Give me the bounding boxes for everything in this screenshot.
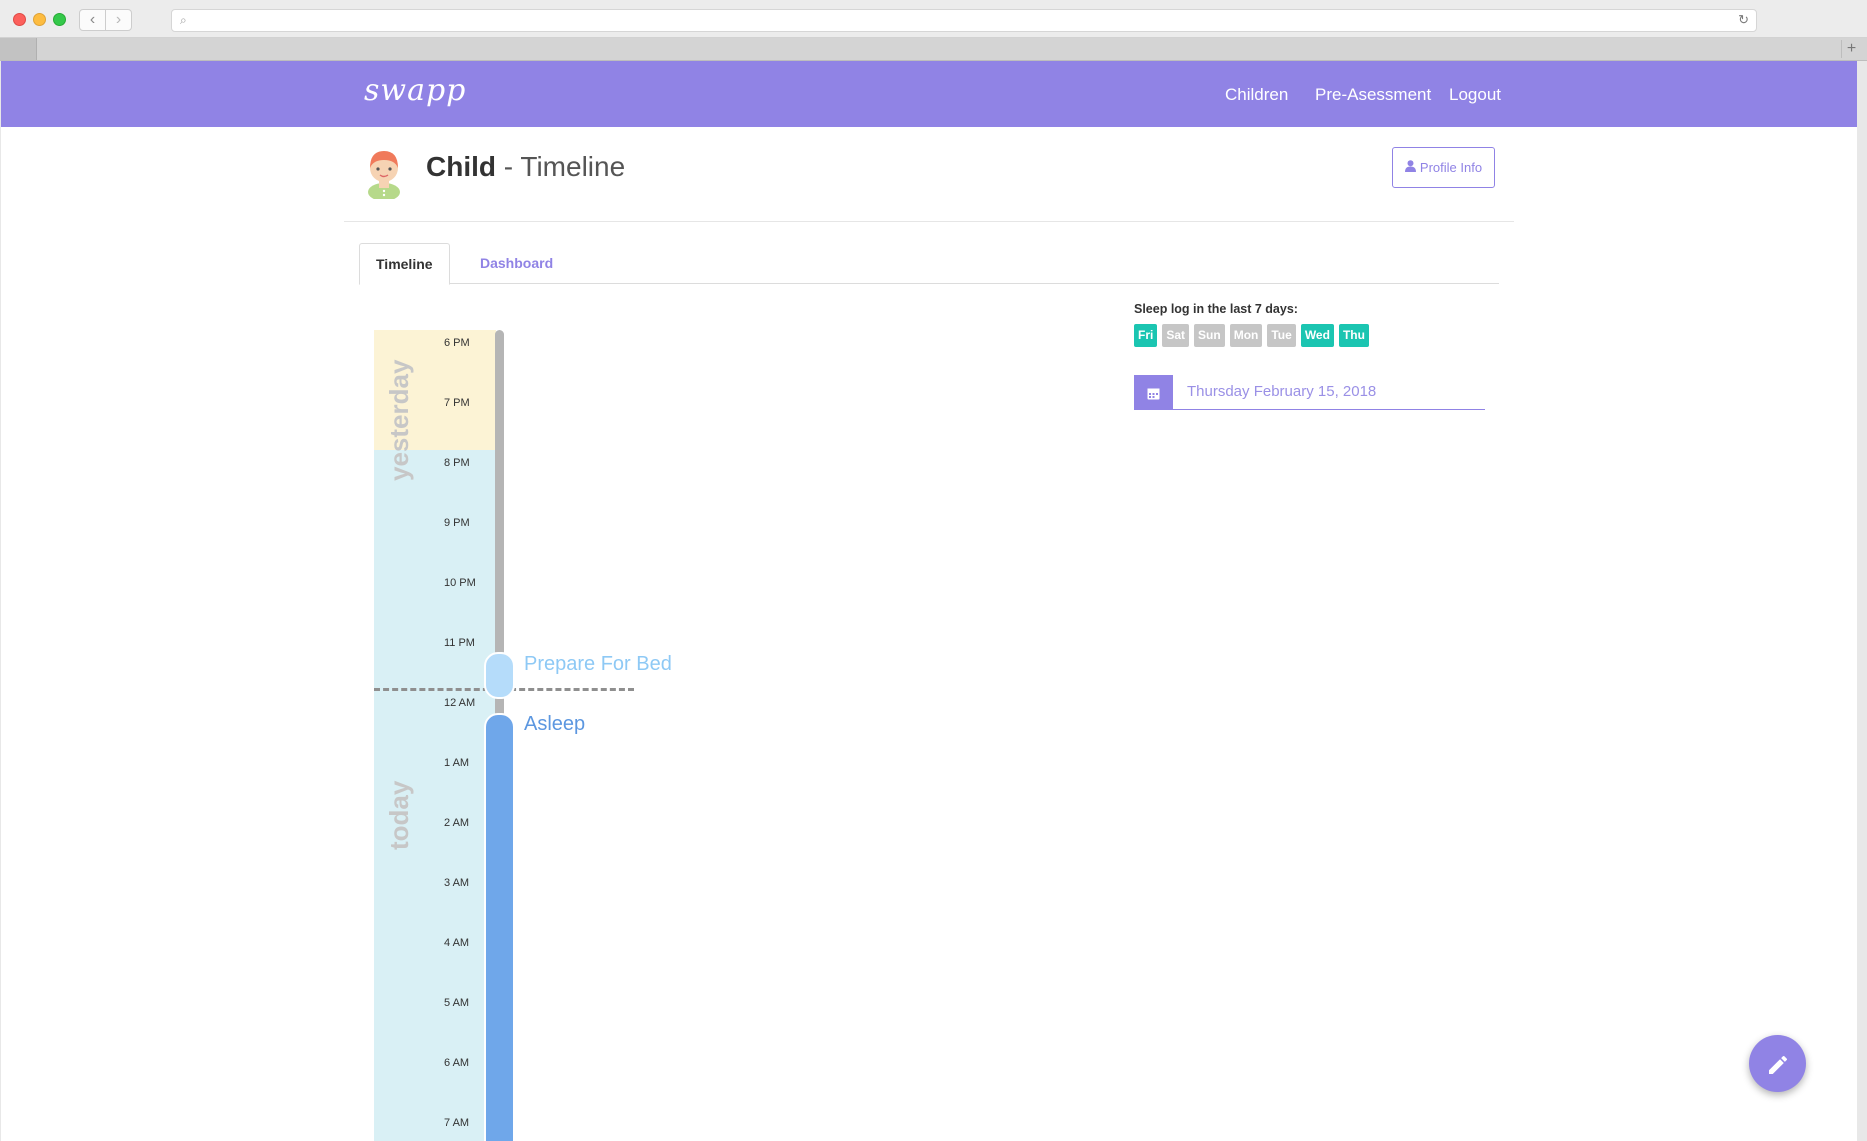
page-title-separator: - <box>496 151 521 182</box>
child-avatar <box>368 151 400 199</box>
reload-icon[interactable]: ↻ <box>1738 12 1749 28</box>
sleep-log-day-sat[interactable]: Sat <box>1162 324 1190 347</box>
selected-date[interactable]: Thursday February 15, 2018 <box>1187 383 1376 400</box>
sleep-log-title: Sleep log in the last 7 days: <box>1134 302 1298 316</box>
user-icon <box>1404 160 1416 172</box>
sleep-log-day-thu[interactable]: Thu <box>1338 324 1369 347</box>
timeline-tick-label: 6 AM <box>444 1057 470 1069</box>
sleep-log-day-sun[interactable]: Sun <box>1194 324 1225 347</box>
timeline-tick-label: 7 PM <box>444 397 470 409</box>
tab-timeline[interactable]: Timeline <box>359 243 450 285</box>
header-divider <box>344 221 1514 222</box>
asleep-label[interactable]: Asleep <box>524 713 585 736</box>
timeline-tick-label: 1 AM <box>444 757 470 769</box>
brand-logo[interactable]: swapp <box>364 73 466 108</box>
timeline-tick-label: 9 PM <box>444 517 470 529</box>
app-header: swapp Children Pre-Asessment Logout <box>1 61 1857 127</box>
minimize-window-button[interactable] <box>33 13 46 26</box>
yesterday-label: yesterday <box>384 359 414 481</box>
browser-tab[interactable] <box>0 38 37 60</box>
sleep-log-days: Fri Sat Sun Mon Tue Wed Thu <box>1134 324 1369 347</box>
new-tab-button[interactable]: + <box>1841 40 1861 58</box>
page-title-section: Timeline <box>520 151 626 182</box>
back-button[interactable]: ‹ <box>79 9 106 31</box>
zoom-window-button[interactable] <box>53 13 66 26</box>
close-window-button[interactable] <box>13 13 26 26</box>
sleep-log-day-mon[interactable]: Mon <box>1229 324 1263 347</box>
window-right-edge <box>1857 61 1867 1141</box>
prepare-for-bed-event[interactable] <box>484 652 515 699</box>
browser-tabstrip: + <box>0 38 1867 61</box>
profile-info-button[interactable]: Profile Info <box>1392 147 1495 188</box>
address-bar[interactable]: ⌕ ↻ <box>171 9 1757 32</box>
browser-titlebar: ‹ › ⌕ ↻ <box>0 0 1867 38</box>
timeline-tick-label: 8 PM <box>444 457 470 469</box>
timeline-tick-label: 2 AM <box>444 817 470 829</box>
nav-pre-assessment-link[interactable]: Pre-Asessment <box>1315 85 1431 105</box>
timeline-tick-label: 6 PM <box>444 337 470 349</box>
view-tabs: Timeline Dashboard <box>359 243 1499 285</box>
page-viewport: swapp Children Pre-Asessment Logout Chil… <box>1 61 1857 1141</box>
page-title-child: Child <box>426 151 496 182</box>
chevron-right-icon: › <box>115 11 122 28</box>
timeline-tick-label: 4 AM <box>444 937 470 949</box>
chevron-left-icon: ‹ <box>89 11 96 28</box>
timeline-tick-label: 3 AM <box>444 877 470 889</box>
timeline-tick-label: 12 AM <box>444 697 476 709</box>
edit-fab-button[interactable] <box>1749 1035 1806 1092</box>
sleep-log-day-fri[interactable]: Fri <box>1134 324 1158 347</box>
tab-dashboard[interactable]: Dashboard <box>464 243 569 284</box>
asleep-event[interactable] <box>484 713 515 1141</box>
page-title: Child - Timeline <box>426 151 625 183</box>
search-icon: ⌕ <box>180 13 187 27</box>
profile-info-label: Profile Info <box>1419 160 1483 175</box>
timeline-tick-label: 10 PM <box>444 577 476 589</box>
sleep-log-day-wed[interactable]: Wed <box>1300 324 1334 347</box>
nav-logout-link[interactable]: Logout <box>1449 85 1501 105</box>
pencil-icon <box>1768 1056 1787 1075</box>
calendar-icon[interactable] <box>1134 375 1173 410</box>
today-label: today <box>384 780 414 850</box>
date-picker[interactable]: Thursday February 15, 2018 <box>1134 375 1485 410</box>
forward-button[interactable]: › <box>105 9 132 31</box>
timeline-tick-label: 5 AM <box>444 997 470 1009</box>
prepare-for-bed-label[interactable]: Prepare For Bed <box>524 653 672 676</box>
timeline-tick-label: 7 AM <box>444 1117 470 1129</box>
timeline-tick-label: 11 PM <box>444 637 475 649</box>
nav-children-link[interactable]: Children <box>1225 85 1288 105</box>
sleep-log-day-tue[interactable]: Tue <box>1267 324 1296 347</box>
